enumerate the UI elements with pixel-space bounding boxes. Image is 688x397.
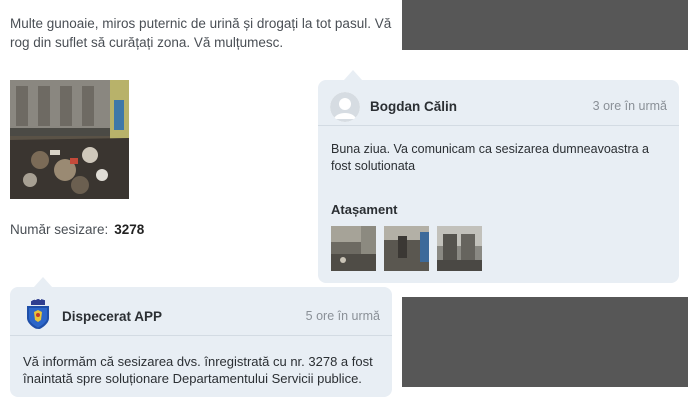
reply-time: 3 ore în urmă — [592, 99, 667, 113]
report-description: Multe gunoaie, miros puternic de urină ș… — [10, 16, 392, 50]
report-photo[interactable] — [10, 80, 129, 199]
reply-card: Bogdan Călin 3 ore în urmă Buna ziua. Va… — [318, 70, 679, 283]
reply-message: Buna ziua. Va comunicam ca sesizarea dum… — [331, 142, 649, 173]
dispatch-author: Dispecerat APP — [62, 309, 163, 324]
attachments-title: Atașament — [331, 202, 398, 217]
divider — [318, 125, 679, 126]
overlay-backdrop-bottom — [402, 297, 688, 387]
attachment-thumbnail[interactable] — [384, 226, 429, 271]
divider — [10, 335, 392, 336]
attachment-thumbnail[interactable] — [331, 226, 376, 271]
reply-author: Bogdan Călin — [370, 99, 457, 114]
avatar — [330, 92, 360, 122]
card-pointer — [344, 70, 362, 80]
dispatch-card: Dispecerat APP 5 ore în urmă Vă informăm… — [10, 277, 392, 397]
attachment-thumbnail[interactable] — [437, 226, 482, 271]
report-number: Număr sesizare: 3278 — [10, 222, 144, 237]
dispatch-header: Dispecerat APP 5 ore în urmă — [10, 287, 392, 339]
overlay-backdrop-top — [402, 0, 688, 50]
report-number-value: 3278 — [114, 222, 145, 237]
card-pointer — [34, 277, 52, 287]
report-number-label: Număr sesizare: — [10, 222, 109, 237]
dispatch-time: 5 ore în urmă — [305, 309, 380, 323]
dispatch-message: Vă informăm că sesizarea dvs. înregistra… — [23, 354, 373, 386]
coat-of-arms-icon — [24, 299, 54, 329]
